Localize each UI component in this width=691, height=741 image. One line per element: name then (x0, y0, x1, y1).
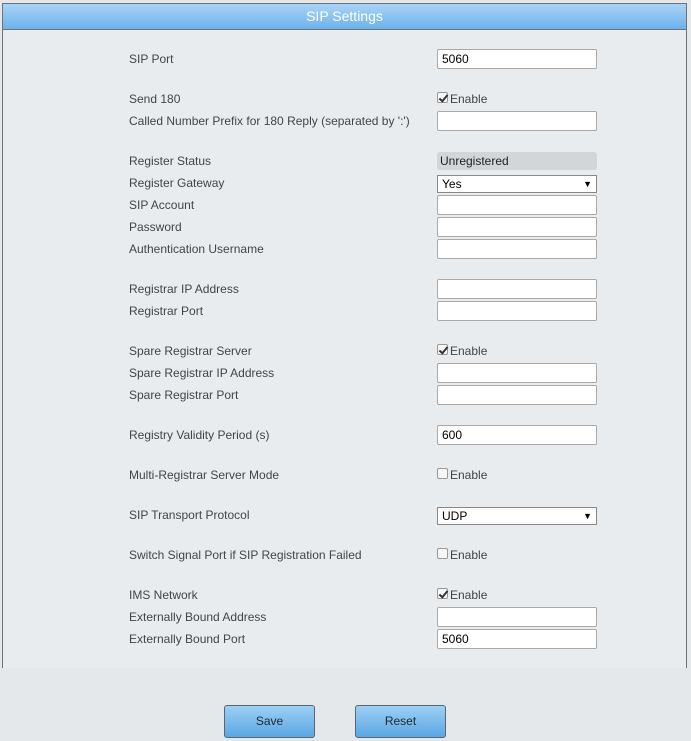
sip-account-input[interactable] (437, 195, 597, 215)
row-register-gateway: Register Gateway Yes ▼ (3, 173, 686, 193)
row-ext-bound-address: Externally Bound Address (3, 607, 686, 627)
registry-validity-label: Registry Validity Period (s) (129, 428, 270, 442)
auth-username-input[interactable] (437, 239, 597, 259)
row-registry-validity: Registry Validity Period (s) (3, 425, 686, 445)
switch-signal-port-label: Switch Signal Port if SIP Registration F… (129, 548, 362, 562)
send-180-checkbox[interactable] (437, 91, 448, 103)
sip-settings-panel: SIP Settings SIP Port Send 180 Enable Ca… (2, 3, 687, 668)
transport-protocol-select[interactable]: UDP ▼ (437, 507, 597, 525)
row-spare-registrar-ip: Spare Registrar IP Address (3, 363, 686, 383)
row-registrar-ip: Registrar IP Address (3, 279, 686, 299)
row-sip-port: SIP Port (3, 49, 686, 69)
row-multi-registrar-mode: Multi-Registrar Server Mode Enable (3, 465, 686, 485)
row-ims-network: IMS Network Enable (3, 585, 686, 605)
multi-registrar-mode-option: Enable (450, 468, 488, 482)
row-send-180: Send 180 Enable (3, 89, 686, 109)
panel-title: SIP Settings (3, 4, 686, 30)
registrar-port-input[interactable] (437, 301, 597, 321)
ext-bound-port-label: Externally Bound Port (129, 632, 246, 646)
row-switch-signal-port: Switch Signal Port if SIP Registration F… (3, 545, 686, 565)
spare-registrar-server-label: Spare Registrar Server (129, 344, 252, 358)
register-status-label: Register Status (129, 154, 212, 168)
transport-protocol-label: SIP Transport Protocol (129, 508, 250, 522)
ims-network-option: Enable (450, 588, 488, 602)
sip-account-label: SIP Account (129, 198, 195, 212)
multi-registrar-mode-checkbox[interactable] (437, 467, 448, 479)
spare-registrar-ip-label: Spare Registrar IP Address (129, 366, 275, 380)
registrar-ip-label: Registrar IP Address (129, 282, 239, 296)
registry-validity-input[interactable] (437, 425, 597, 445)
ims-network-checkbox[interactable] (437, 587, 448, 599)
row-spare-registrar-port: Spare Registrar Port (3, 385, 686, 405)
password-label: Password (129, 220, 182, 234)
row-register-status: Register Status Unregistered (3, 151, 686, 171)
called-prefix-label: Called Number Prefix for 180 Reply (sepa… (129, 114, 410, 128)
ims-network-label: IMS Network (129, 588, 198, 602)
row-spare-registrar-server: Spare Registrar Server Enable (3, 341, 686, 361)
spare-registrar-server-option: Enable (450, 344, 488, 358)
row-transport-protocol: SIP Transport Protocol UDP ▼ (3, 505, 686, 525)
ext-bound-address-label: Externally Bound Address (129, 610, 267, 624)
send-180-option: Enable (450, 92, 488, 106)
register-gateway-value: Yes (442, 177, 462, 191)
switch-signal-port-option: Enable (450, 548, 488, 562)
password-input[interactable] (437, 217, 597, 237)
sip-port-label: SIP Port (129, 52, 174, 66)
multi-registrar-mode-label: Multi-Registrar Server Mode (129, 468, 280, 482)
spare-registrar-server-checkbox[interactable] (437, 343, 448, 355)
save-button[interactable]: Save (224, 705, 315, 738)
reset-button[interactable]: Reset (355, 705, 446, 738)
ext-bound-address-input[interactable] (437, 607, 597, 627)
spare-registrar-port-label: Spare Registrar Port (129, 388, 239, 402)
spare-registrar-ip-input[interactable] (437, 363, 597, 383)
row-ext-bound-port: Externally Bound Port (3, 629, 686, 649)
dropdown-arrow-icon: ▼ (583, 511, 592, 521)
register-status-value: Unregistered (437, 152, 597, 170)
register-gateway-label: Register Gateway (129, 176, 225, 190)
row-called-prefix: Called Number Prefix for 180 Reply (sepa… (3, 111, 686, 131)
transport-protocol-value: UDP (442, 509, 468, 523)
register-gateway-select[interactable]: Yes ▼ (437, 175, 597, 193)
row-registrar-port: Registrar Port (3, 301, 686, 321)
auth-username-label: Authentication Username (129, 242, 264, 256)
called-prefix-input[interactable] (437, 111, 597, 131)
ext-bound-port-input[interactable] (437, 629, 597, 649)
registrar-port-label: Registrar Port (129, 304, 204, 318)
row-auth-username: Authentication Username (3, 239, 686, 259)
settings-form: SIP Port Send 180 Enable Called Number P… (3, 30, 686, 668)
send-180-label: Send 180 (129, 92, 181, 106)
switch-signal-port-checkbox[interactable] (437, 547, 448, 559)
registrar-ip-input[interactable] (437, 279, 597, 299)
spare-registrar-port-input[interactable] (437, 385, 597, 405)
row-sip-account: SIP Account (3, 195, 686, 215)
row-password: Password (3, 217, 686, 237)
dropdown-arrow-icon: ▼ (583, 179, 592, 189)
sip-port-input[interactable] (437, 49, 597, 69)
